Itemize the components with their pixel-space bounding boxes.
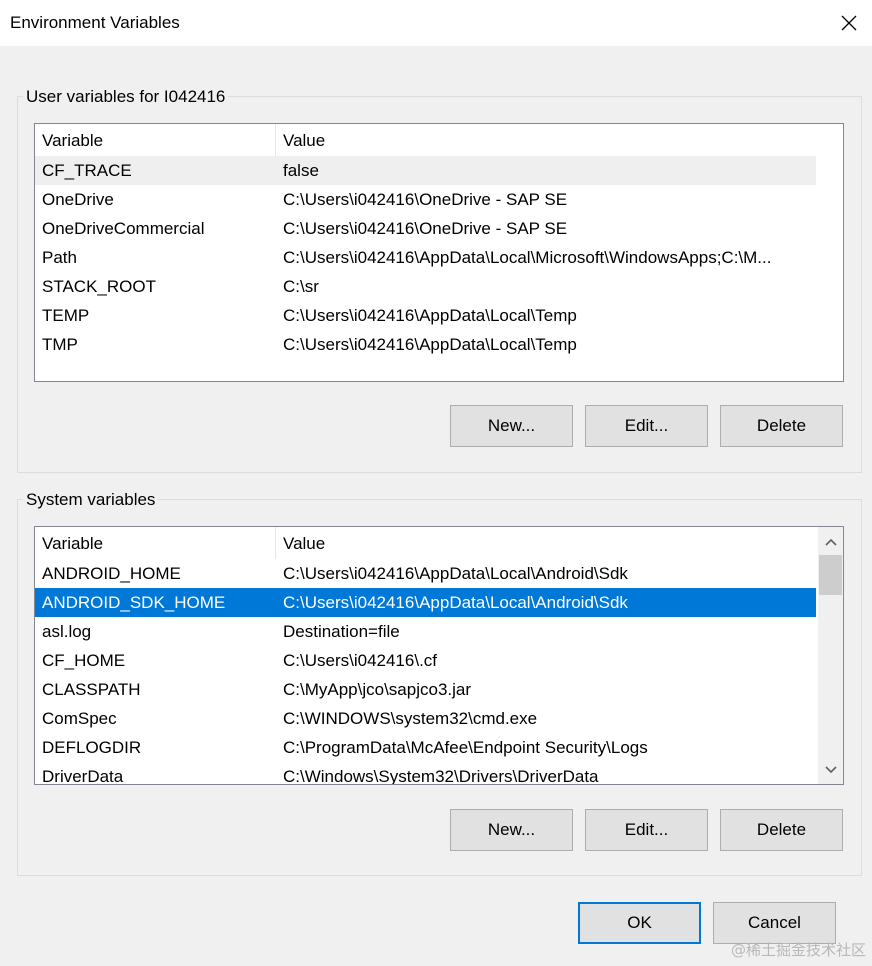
value-cell: C:\Windows\System32\Drivers\DriverData: [283, 767, 599, 785]
variable-cell: Path: [42, 248, 77, 267]
window-title: Environment Variables: [10, 13, 180, 32]
column-header-value[interactable]: Value: [276, 527, 816, 559]
system-delete-button[interactable]: Delete: [720, 809, 843, 851]
title-bar: Environment Variables: [0, 0, 872, 46]
user-variables-label: User variables for I042416: [23, 87, 229, 107]
table-row[interactable]: ComSpec C:\WINDOWS\system32\cmd.exe: [35, 704, 816, 733]
chevron-up-icon: [824, 538, 837, 546]
user-variables-list[interactable]: Variable Value CF_TRACE false OneDrive C:\U…: [34, 123, 844, 382]
user-edit-button[interactable]: Edit...: [585, 405, 708, 447]
table-row[interactable]: DEFLOGDIR C:\ProgramData\McAfee\Endpoint …: [35, 733, 816, 762]
variable-cell: TMP: [42, 335, 78, 354]
table-row[interactable]: ANDROID_SDK_HOME C:\Users\i042416\AppData…: [35, 588, 816, 617]
variable-cell: DriverData: [42, 767, 124, 785]
value-cell: C:\Users\i042416\AppData\Local\Android\S…: [283, 593, 628, 612]
user-new-button[interactable]: New...: [450, 405, 573, 447]
cancel-button[interactable]: Cancel: [713, 902, 836, 944]
column-header-value[interactable]: Value: [276, 124, 816, 156]
variable-cell: TEMP: [42, 306, 90, 325]
column-header-variable[interactable]: Variable: [35, 124, 276, 156]
table-row[interactable]: TMP C:\Users\i042416\AppData\Local\Temp: [35, 330, 816, 359]
table-row[interactable]: STACK_ROOT C:\sr: [35, 272, 816, 301]
table-row[interactable]: CF_TRACE false: [35, 156, 816, 185]
value-cell: C:\sr: [283, 277, 319, 296]
watermark: @稀土掘金技术社区: [730, 941, 866, 959]
value-cell: Destination=file: [283, 622, 400, 641]
value-cell: C:\WINDOWS\system32\cmd.exe: [283, 709, 538, 728]
system-edit-button[interactable]: Edit...: [585, 809, 708, 851]
table-row[interactable]: OneDrive C:\Users\i042416\OneDrive - SAP …: [35, 185, 816, 214]
table-row[interactable]: CLASSPATH C:\MyApp\jco\sapjco3.jar: [35, 675, 816, 704]
close-button[interactable]: [826, 0, 872, 46]
system-new-button[interactable]: New...: [450, 809, 573, 851]
table-row[interactable]: Path C:\Users\i042416\AppData\Local\Micro…: [35, 243, 816, 272]
value-cell: C:\Users\i042416\OneDrive - SAP SE: [283, 219, 568, 238]
value-cell: C:\ProgramData\McAfee\Endpoint Security\…: [283, 738, 648, 757]
chevron-down-icon: [824, 765, 837, 773]
system-list-scrollbar[interactable]: [818, 527, 843, 784]
variable-cell: OneDrive: [42, 190, 114, 209]
system-variables-label: System variables: [23, 490, 159, 510]
close-icon: [841, 15, 857, 31]
variable-cell: DEFLOGDIR: [42, 738, 142, 757]
variable-cell: CF_TRACE: [42, 161, 132, 180]
variable-cell: ComSpec: [42, 709, 117, 728]
value-cell: false: [283, 161, 319, 180]
table-row[interactable]: asl.log Destination=file: [35, 617, 816, 646]
column-header-variable[interactable]: Variable: [35, 527, 276, 559]
table-row[interactable]: ANDROID_HOME C:\Users\i042416\AppData\Loc…: [35, 559, 816, 588]
variable-cell: OneDriveCommercial: [42, 219, 205, 238]
table-row[interactable]: CF_HOME C:\Users\i042416\.cf: [35, 646, 816, 675]
value-cell: C:\Users\i042416\AppData\Local\Temp: [283, 335, 577, 354]
value-cell: C:\Users\i042416\AppData\Local\Microsoft…: [283, 248, 772, 267]
table-row[interactable]: OneDriveCommercial C:\Users\i042416\OneDr…: [35, 214, 816, 243]
scroll-up-button[interactable]: [818, 529, 843, 554]
table-row[interactable]: DriverData C:\Windows\System32\Drivers\Dr…: [35, 762, 816, 785]
variable-cell: ANDROID_HOME: [42, 564, 181, 583]
variable-cell: ANDROID_SDK_HOME: [42, 593, 226, 612]
value-cell: C:\Users\i042416\OneDrive - SAP SE: [283, 190, 568, 209]
value-cell: C:\Users\i042416\AppData\Local\Temp: [283, 306, 577, 325]
system-variables-list[interactable]: Variable Value ANDROID_HOME C:\Users\i042…: [34, 526, 844, 785]
scroll-thumb[interactable]: [819, 555, 842, 595]
value-cell: C:\MyApp\jco\sapjco3.jar: [283, 680, 472, 699]
environment-variables-dialog: Environment Variables User variables for…: [0, 0, 872, 966]
table-row[interactable]: TEMP C:\Users\i042416\AppData\Local\Temp: [35, 301, 816, 330]
value-cell: C:\Users\i042416\AppData\Local\Android\S…: [283, 564, 628, 583]
ok-button[interactable]: OK: [578, 902, 701, 944]
variable-cell: asl.log: [42, 622, 92, 641]
scroll-down-button[interactable]: [818, 757, 843, 782]
user-list-header: Variable Value: [35, 124, 816, 156]
variable-cell: CLASSPATH: [42, 680, 141, 699]
system-list-header: Variable Value: [35, 527, 816, 559]
user-delete-button[interactable]: Delete: [720, 405, 843, 447]
variable-cell: STACK_ROOT: [42, 277, 156, 296]
value-cell: C:\Users\i042416\.cf: [283, 651, 438, 670]
variable-cell: CF_HOME: [42, 651, 126, 670]
